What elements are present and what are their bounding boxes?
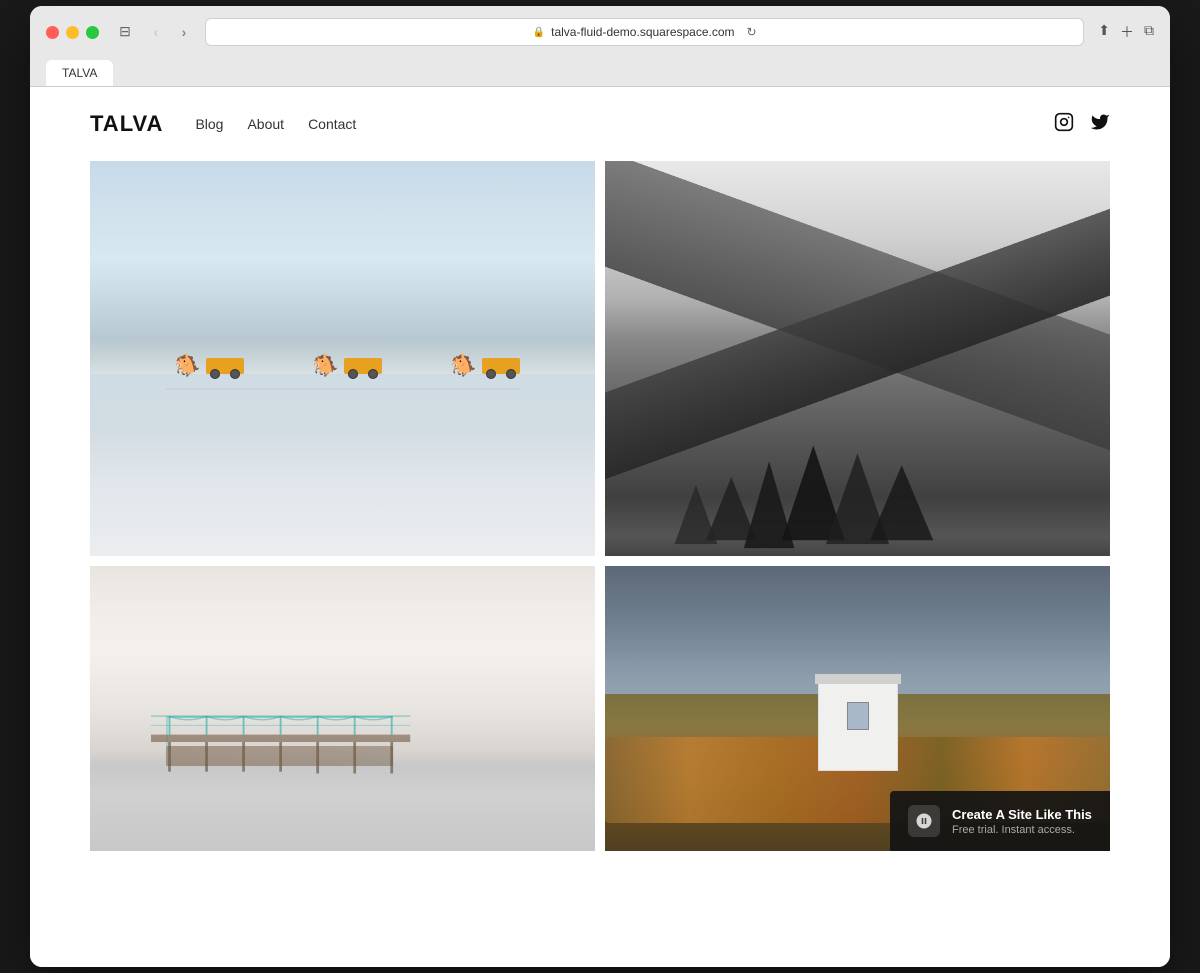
promo-text: Create A Site Like This Free trial. Inst…	[952, 807, 1092, 836]
lock-icon: 🔒	[533, 27, 545, 38]
photo-mountain[interactable]	[605, 161, 1110, 556]
browser-tabs: TALVA	[46, 56, 1154, 86]
browser-titlebar: ⊟ ‹ › 🔒 talva-fluid-demo.squarespace.com…	[46, 18, 1154, 46]
nav-about[interactable]: About	[247, 116, 284, 132]
pier-svg	[151, 694, 429, 794]
sidebar-toggle-button[interactable]: ⊟	[111, 21, 139, 41]
header-right	[1054, 112, 1110, 137]
close-button[interactable]	[46, 26, 59, 39]
cart-shape	[344, 358, 382, 374]
new-tab-icon[interactable]: ＋	[1120, 22, 1134, 42]
address-bar[interactable]: 🔒 talva-fluid-demo.squarespace.com ↻	[205, 18, 1084, 46]
photo-horses[interactable]: 🐎 🐎 🐎	[90, 161, 595, 556]
site-header: TALVA Blog About Contact	[30, 87, 1170, 161]
site-logo[interactable]: TALVA	[90, 111, 163, 137]
browser-actions: ⬆ ＋ ⧉	[1098, 22, 1154, 42]
hut-building	[818, 681, 898, 771]
nav-contact[interactable]: Contact	[308, 116, 356, 132]
cart-group-1: 🐎	[175, 354, 244, 374]
horse-icon: 🐎	[313, 354, 341, 374]
site-nav: Blog About Contact	[195, 116, 356, 132]
promo-title: Create A Site Like This	[952, 807, 1092, 822]
squarespace-logo	[908, 805, 940, 837]
photo-hut[interactable]: Create A Site Like This Free trial. Inst…	[605, 566, 1110, 851]
maximize-button[interactable]	[86, 26, 99, 39]
water-reflection	[90, 374, 595, 556]
photo-pier[interactable]	[90, 566, 595, 851]
reload-button[interactable]: ↻	[747, 25, 757, 39]
url-text: talva-fluid-demo.squarespace.com	[551, 25, 734, 39]
back-button[interactable]: ‹	[145, 21, 167, 43]
forward-button[interactable]: ›	[173, 21, 195, 43]
horse-icon: 🐎	[451, 354, 479, 374]
website-content: TALVA Blog About Contact	[30, 87, 1170, 967]
cart-group-3: 🐎	[451, 354, 520, 374]
hut-window	[847, 702, 869, 730]
header-left: TALVA Blog About Contact	[90, 111, 356, 137]
nav-blog[interactable]: Blog	[195, 116, 223, 132]
horse-icon: 🐎	[175, 354, 203, 374]
promo-bar[interactable]: Create A Site Like This Free trial. Inst…	[890, 791, 1110, 851]
share-icon[interactable]: ⬆	[1098, 22, 1110, 42]
tabs-icon[interactable]: ⧉	[1144, 22, 1154, 42]
photo-grid: 🐎 🐎 🐎	[30, 161, 1170, 891]
twitter-icon[interactable]	[1090, 112, 1110, 137]
cart-shape	[482, 358, 520, 374]
browser-chrome: ⊟ ‹ › 🔒 talva-fluid-demo.squarespace.com…	[30, 6, 1170, 87]
browser-controls: ⊟ ‹ ›	[111, 21, 195, 43]
promo-subtitle: Free trial. Instant access.	[952, 824, 1092, 836]
traffic-lights	[46, 26, 99, 39]
cart-shape	[206, 358, 244, 374]
browser-window: ⊟ ‹ › 🔒 talva-fluid-demo.squarespace.com…	[30, 6, 1170, 967]
horse-carts: 🐎 🐎 🐎	[141, 354, 555, 374]
hut-roof	[815, 674, 901, 684]
minimize-button[interactable]	[66, 26, 79, 39]
instagram-icon[interactable]	[1054, 112, 1074, 137]
trees-svg	[605, 319, 1110, 556]
cart-group-2: 🐎	[313, 354, 382, 374]
active-tab[interactable]: TALVA	[46, 60, 113, 86]
